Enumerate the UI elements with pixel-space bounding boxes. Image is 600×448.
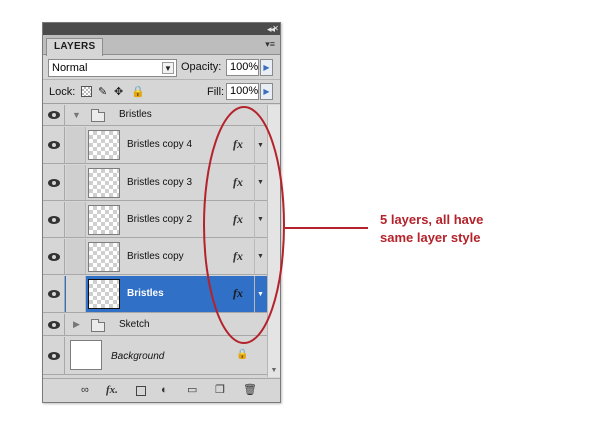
annotation-line-1: 5 layers, all have [380,212,484,227]
annotation-text: 5 layers, all have same layer style [380,211,500,247]
annotation-oval [203,106,368,344]
annotation-line-2: same layer style [380,230,481,245]
highlight-ellipse [203,106,285,344]
